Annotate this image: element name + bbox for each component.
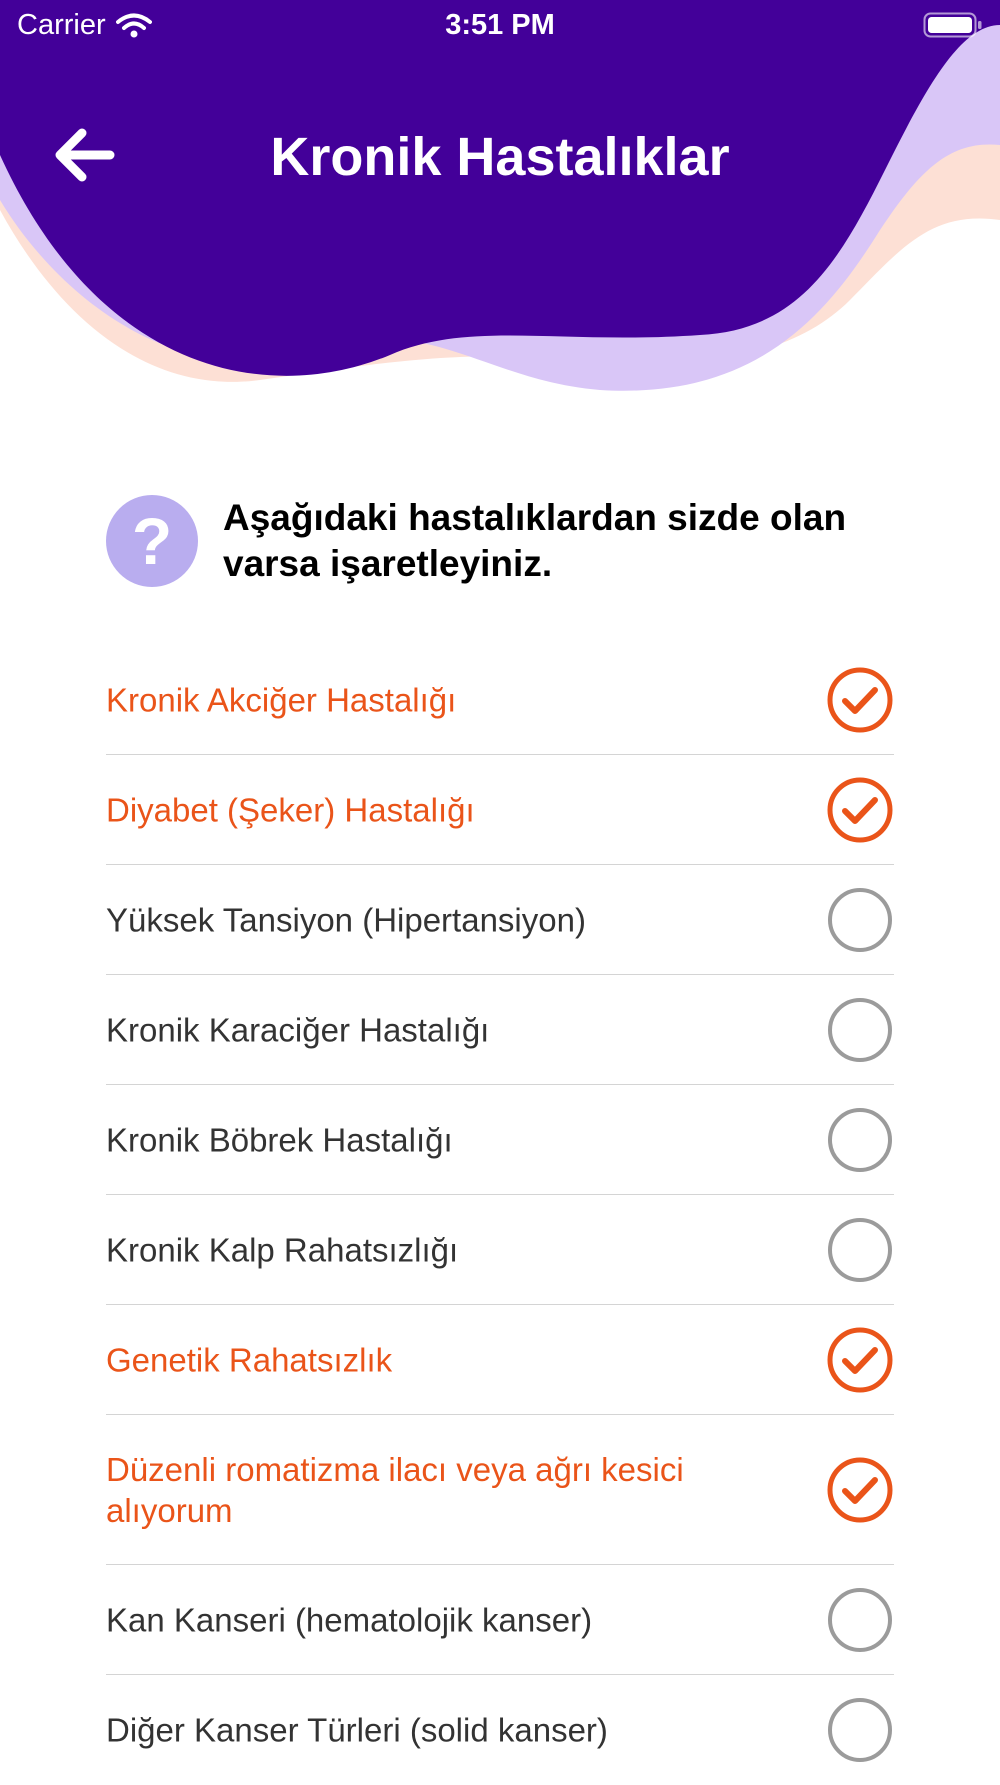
checkbox-unchecked-icon[interactable] bbox=[826, 1586, 894, 1654]
battery-icon bbox=[923, 12, 982, 38]
disease-list: Kronik Akciğer Hastalığı Diyabet (Şeker)… bbox=[106, 645, 894, 1785]
question-prompt: ? Aşağıdaki hastalıklardan sizde olan va… bbox=[106, 495, 906, 590]
disease-label: Kronik Akciğer Hastalığı bbox=[106, 681, 457, 718]
disease-label: Genetik Rahatsızlık bbox=[106, 1341, 393, 1378]
checkbox-unchecked-icon[interactable] bbox=[826, 1106, 894, 1174]
disease-label: Kronik Karaciğer Hastalığı bbox=[106, 1011, 490, 1048]
checkbox-unchecked-icon[interactable] bbox=[826, 996, 894, 1064]
disease-label: Kronik Kalp Rahatsızlığı bbox=[106, 1231, 459, 1268]
disease-item-genetic[interactable]: Genetik Rahatsızlık bbox=[106, 1305, 894, 1415]
question-mark-icon: ? bbox=[106, 495, 198, 587]
disease-item-hypertension[interactable]: Yüksek Tansiyon (Hipertansiyon) bbox=[106, 865, 894, 975]
disease-item-solid-cancer[interactable]: Diğer Kanser Türleri (solid kanser) bbox=[106, 1675, 894, 1785]
checkbox-checked-icon[interactable] bbox=[826, 1326, 894, 1394]
disease-item-chronic-heart[interactable]: Kronik Kalp Rahatsızlığı bbox=[106, 1195, 894, 1305]
disease-label: Kronik Böbrek Hastalığı bbox=[106, 1121, 453, 1158]
disease-label: Düzenli romatizma ilacı veya ağrı kesici… bbox=[106, 1450, 684, 1529]
page-title: Kronik Hastalıklar bbox=[270, 127, 730, 187]
status-time: 3:51 PM bbox=[445, 9, 555, 41]
disease-item-painkiller[interactable]: Düzenli romatizma ilacı veya ağrı kesici… bbox=[106, 1415, 894, 1565]
disease-item-diabetes[interactable]: Diyabet (Şeker) Hastalığı bbox=[106, 755, 894, 865]
checkbox-checked-icon[interactable] bbox=[826, 1456, 894, 1524]
disease-label: Kan Kanseri (hematolojik kanser) bbox=[106, 1601, 593, 1638]
question-text: Aşağıdaki hastalıklardan sizde olan vars… bbox=[223, 497, 847, 584]
disease-item-chronic-lung[interactable]: Kronik Akciğer Hastalığı bbox=[106, 645, 894, 755]
disease-label: Diyabet (Şeker) Hastalığı bbox=[106, 791, 475, 828]
disease-item-blood-cancer[interactable]: Kan Kanseri (hematolojik kanser) bbox=[106, 1565, 894, 1675]
disease-item-chronic-liver[interactable]: Kronik Karaciğer Hastalığı bbox=[106, 975, 894, 1085]
navigation-bar: Kronik Hastalıklar bbox=[0, 100, 1000, 210]
disease-label: Yüksek Tansiyon (Hipertansiyon) bbox=[106, 901, 586, 938]
status-bar: Carrier 3:51 PM bbox=[0, 0, 1000, 50]
disease-item-chronic-kidney[interactable]: Kronik Böbrek Hastalığı bbox=[106, 1085, 894, 1195]
checkbox-checked-icon[interactable] bbox=[826, 776, 894, 844]
checkbox-unchecked-icon[interactable] bbox=[826, 1216, 894, 1284]
checkbox-unchecked-icon[interactable] bbox=[826, 1696, 894, 1764]
checkbox-unchecked-icon[interactable] bbox=[826, 886, 894, 954]
checkbox-checked-icon[interactable] bbox=[826, 666, 894, 734]
disease-label: Diğer Kanser Türleri (solid kanser) bbox=[106, 1711, 608, 1749]
